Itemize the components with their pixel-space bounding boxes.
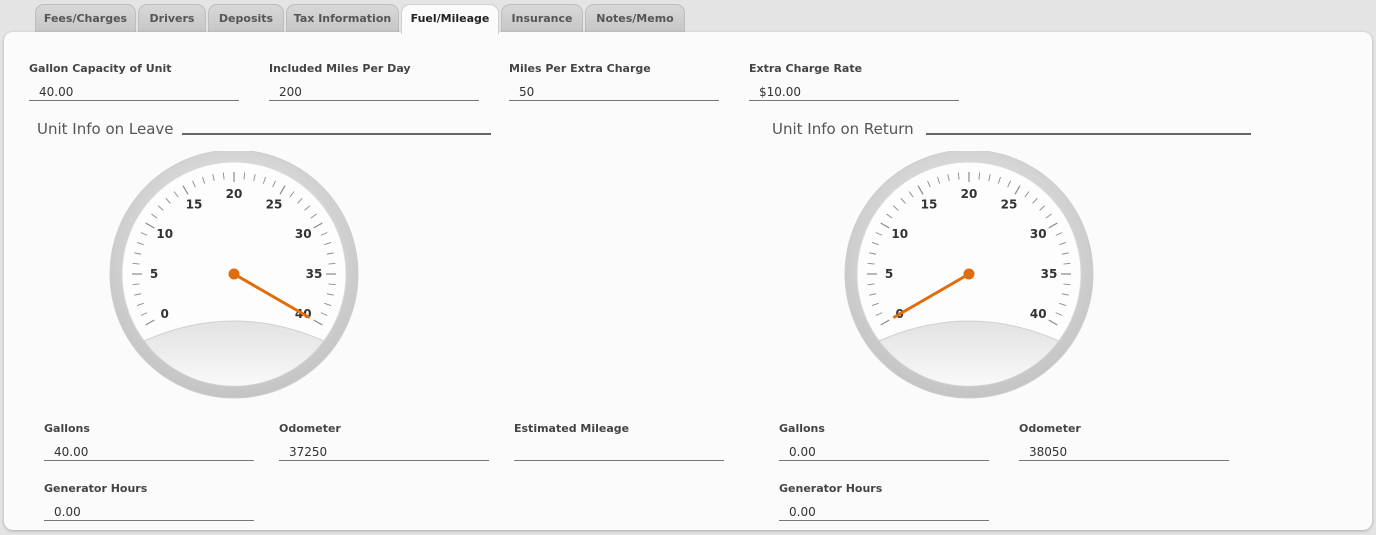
estimated-mileage-label: Estimated Mileage: [514, 422, 630, 435]
return-tick-label: 25: [1001, 198, 1018, 212]
return-tick-label: 10: [891, 227, 908, 241]
extra-charge-rate-input[interactable]: [749, 83, 959, 101]
leave-tick-label: 10: [156, 227, 173, 241]
leave-gallons-input[interactable]: [44, 443, 254, 461]
tab-notes-memo[interactable]: Notes/Memo: [585, 4, 685, 32]
fuel-mileage-panel: Gallon Capacity of Unit Included Miles P…: [4, 32, 1372, 530]
leave-tick-label: 35: [306, 267, 323, 281]
return-gauge-needle-hub: [963, 268, 975, 280]
leave-tick-label: 0: [161, 307, 169, 321]
leave-tick-label: 20: [226, 187, 243, 201]
included-miles-label: Included Miles Per Day: [269, 62, 411, 75]
leave-generator-hours-label: Generator Hours: [44, 482, 148, 495]
leave-fuel-gauge-dial: 0510152025303540: [109, 151, 359, 399]
return-tick-label: 40: [1030, 307, 1047, 321]
leave-odometer-input[interactable]: [279, 443, 489, 461]
return-section-divider: [926, 133, 1251, 135]
miles-per-extra-input[interactable]: [509, 83, 719, 101]
return-odometer-input[interactable]: [1019, 443, 1229, 461]
leave-section-title: Unit Info on Leave: [37, 120, 174, 138]
tab-drivers[interactable]: Drivers: [138, 4, 206, 32]
leave-gauge-needle-hub: [228, 268, 240, 280]
extra-charge-rate-label: Extra Charge Rate: [749, 62, 863, 75]
leave-section-divider: [182, 133, 491, 135]
tab-insurance[interactable]: Insurance: [501, 4, 583, 32]
return-fuel-gauge: 0510152025303540: [844, 151, 1094, 401]
return-generator-hours-input[interactable]: [779, 503, 989, 521]
return-fuel-gauge-dial: 0510152025303540: [844, 151, 1094, 399]
gallon-capacity-input[interactable]: [29, 83, 239, 101]
tab-tax-information[interactable]: Tax Information: [286, 4, 399, 32]
included-miles-input[interactable]: [269, 83, 479, 101]
leave-tick-label: 15: [186, 198, 203, 212]
leave-gallons-label: Gallons: [44, 422, 90, 435]
return-gallons-label: Gallons: [779, 422, 825, 435]
return-gallons-input[interactable]: [779, 443, 989, 461]
estimated-mileage-input[interactable]: [514, 443, 724, 461]
miles-per-extra-label: Miles Per Extra Charge: [509, 62, 651, 75]
return-tick-label: 15: [921, 198, 938, 212]
return-tick-label: 35: [1041, 267, 1058, 281]
tab-fuel-mileage[interactable]: Fuel/Mileage: [401, 4, 499, 34]
return-tick-label: 20: [961, 187, 978, 201]
tab-fees-charges[interactable]: Fees/Charges: [35, 4, 136, 32]
leave-tick-label: 30: [295, 227, 312, 241]
return-tick-label: 30: [1030, 227, 1047, 241]
gallon-capacity-label: Gallon Capacity of Unit: [29, 62, 172, 75]
leave-tick-label: 25: [266, 198, 283, 212]
return-section-title: Unit Info on Return: [772, 120, 914, 138]
leave-odometer-label: Odometer: [279, 422, 341, 435]
leave-generator-hours-input[interactable]: [44, 503, 254, 521]
leave-fuel-gauge: 0510152025303540: [109, 151, 359, 401]
return-tick-label: 5: [885, 267, 893, 281]
tab-deposits[interactable]: Deposits: [208, 4, 284, 32]
return-generator-hours-label: Generator Hours: [779, 482, 883, 495]
leave-tick-label: 5: [150, 267, 158, 281]
return-odometer-label: Odometer: [1019, 422, 1081, 435]
